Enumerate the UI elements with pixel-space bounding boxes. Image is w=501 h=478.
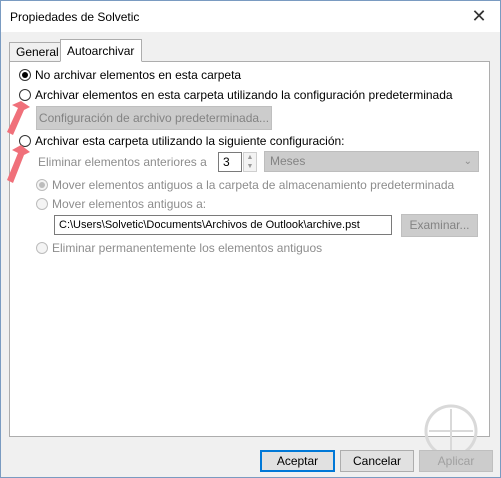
older-than-input[interactable]: 3 — [218, 152, 242, 172]
ok-button[interactable]: Aceptar — [260, 450, 335, 472]
move-to-label[interactable]: Mover elementos antiguos a: — [52, 197, 206, 211]
default-archive-label[interactable]: Archivar elementos en esta carpeta utili… — [35, 88, 453, 102]
window-title: Propiedades de Solvetic — [10, 10, 140, 24]
delete-permanently-label[interactable]: Eliminar permanentemente los elementos a… — [52, 241, 322, 255]
archive-path-field[interactable]: C:\Users\Solvetic\Documents\Archivos de … — [54, 215, 392, 235]
close-icon[interactable]: ✕ — [468, 5, 490, 27]
default-archive-settings-button[interactable]: Configuración de archivo predeterminada.… — [36, 106, 272, 130]
older-than-label: Eliminar elementos anteriores a — [38, 155, 207, 169]
annotation-arrow-icon — [7, 101, 30, 135]
time-unit-select[interactable]: Meses ⌄ — [264, 151, 479, 172]
properties-dialog: Propiedades de Solvetic ✕ General Autoar… — [0, 0, 501, 478]
stepper-up-icon[interactable]: ▲ — [247, 154, 254, 161]
cancel-button[interactable]: Cancelar — [340, 450, 414, 472]
tab-general[interactable]: General — [9, 42, 61, 61]
no-archive-label[interactable]: No archivar elementos en esta carpeta — [35, 68, 241, 82]
stepper-down-icon[interactable]: ▼ — [247, 163, 254, 170]
custom-archive-label[interactable]: Archivar esta carpeta utilizando la sigu… — [35, 134, 345, 148]
move-to-radio[interactable] — [36, 198, 48, 210]
older-than-stepper[interactable]: ▲ ▼ — [243, 152, 257, 172]
apply-button[interactable]: Aplicar — [419, 450, 493, 472]
delete-permanently-radio[interactable] — [36, 242, 48, 254]
move-default-folder-radio[interactable] — [36, 179, 48, 191]
move-default-folder-label[interactable]: Mover elementos antiguos a la carpeta de… — [52, 178, 454, 192]
tab-autoarchivar[interactable]: Autoarchivar — [60, 39, 142, 62]
chevron-down-icon: ⌄ — [463, 156, 472, 167]
no-archive-radio[interactable] — [19, 69, 31, 81]
time-unit-value: Meses — [270, 154, 306, 168]
browse-button[interactable]: Examinar... — [401, 214, 478, 237]
annotation-arrow-icon — [7, 145, 30, 183]
title-bar: Propiedades de Solvetic ✕ — [1, 1, 500, 32]
